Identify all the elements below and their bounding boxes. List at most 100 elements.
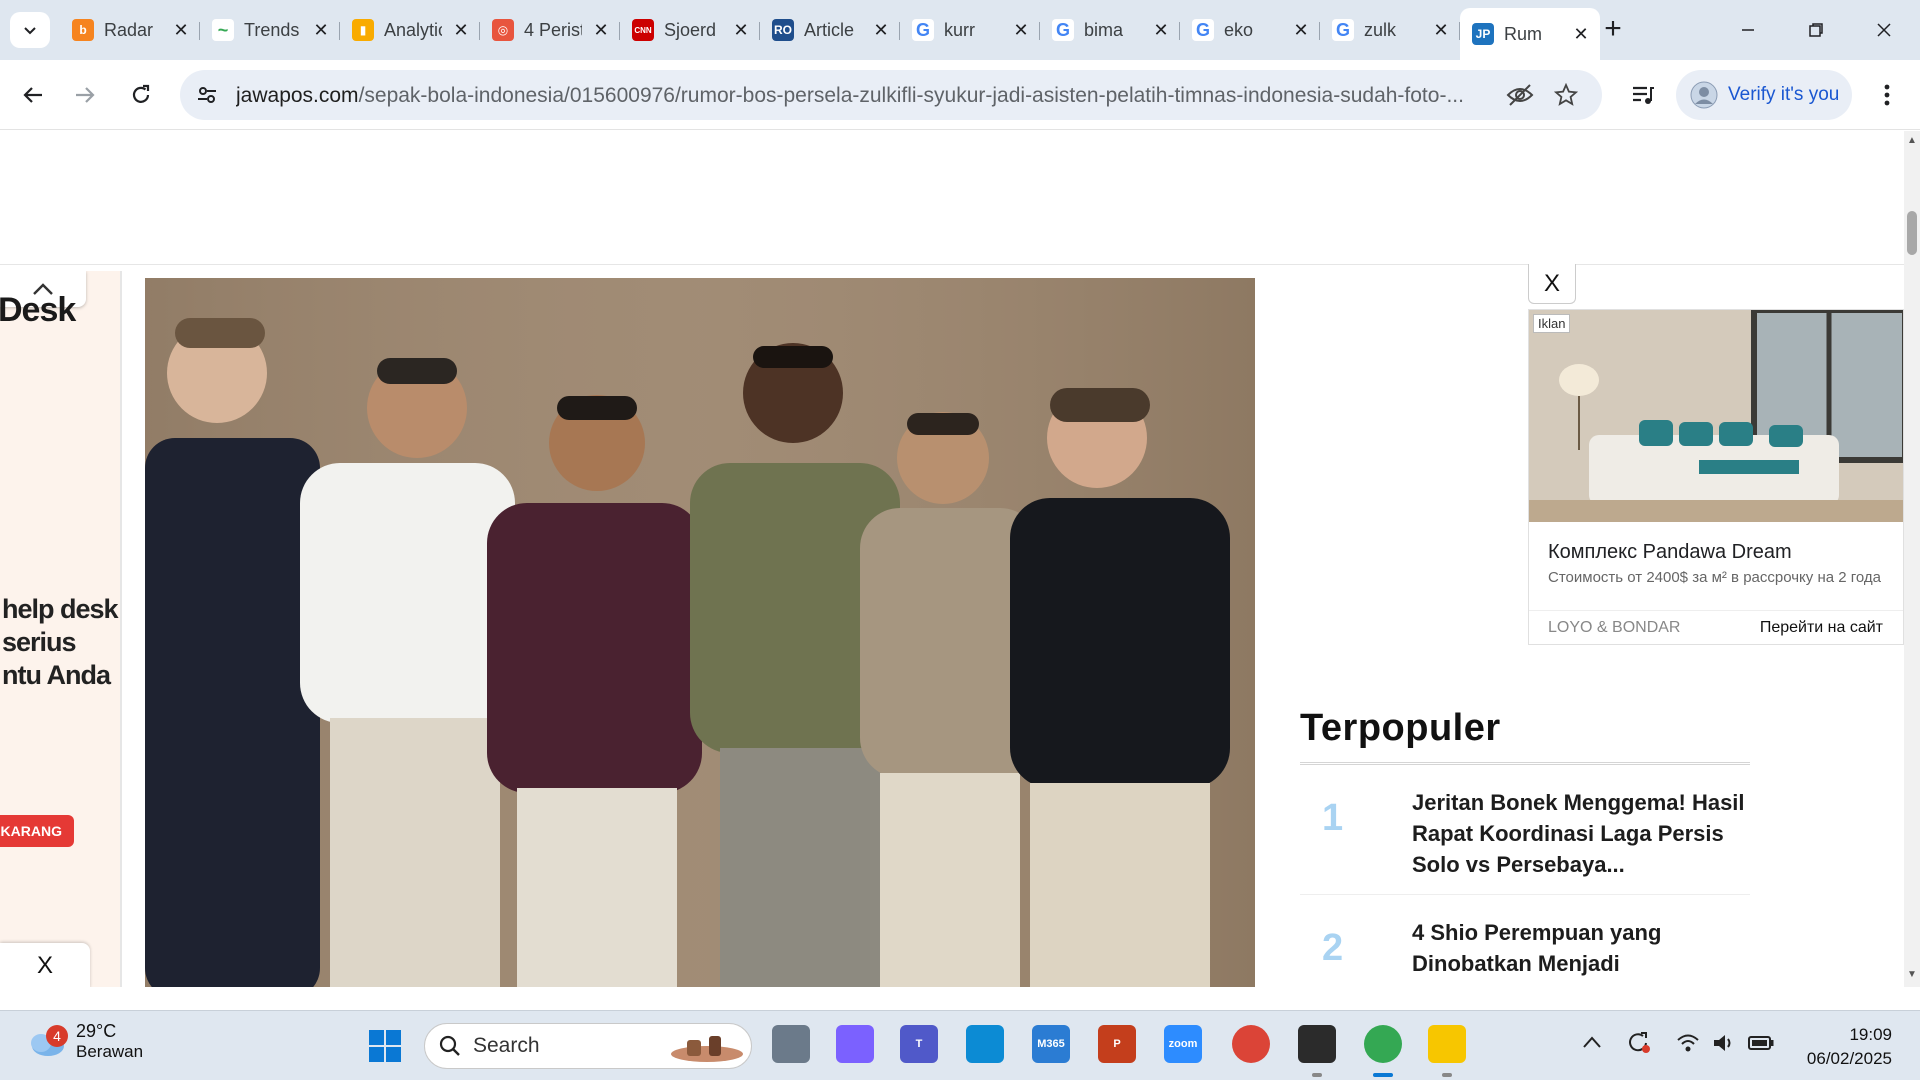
- tab-close-icon[interactable]: ✕: [1432, 21, 1450, 39]
- start-button[interactable]: [366, 1027, 404, 1065]
- tab-favicon-icon: G: [1192, 19, 1214, 41]
- url-path: /sepak-bola-indonesia/015600976/rumor-bo…: [358, 84, 1464, 107]
- browser-toolbar: jawapos.com/sepak-bola-indonesia/0156009…: [0, 60, 1920, 130]
- ad-badge: Iklan: [1533, 314, 1571, 333]
- chevron-up-icon[interactable]: [1582, 1035, 1602, 1049]
- weather-condition: Berawan: [76, 1042, 144, 1061]
- url-text: jawapos.com/sepak-bola-indonesia/0156009…: [236, 84, 1486, 108]
- browser-tab[interactable]: ◎ 4 Peristiwa ✕: [480, 8, 620, 52]
- ad-description: Стоимость от 2400$ за м² в рассрочку на …: [1548, 569, 1881, 586]
- arrow-right-icon: [76, 87, 95, 103]
- close-window-button[interactable]: [1856, 10, 1912, 50]
- chrome-icon[interactable]: [1232, 1025, 1270, 1063]
- popular-title[interactable]: Jeritan Bonek Menggema! Hasil Rapat Koor…: [1412, 787, 1750, 880]
- tab-close-icon[interactable]: ✕: [732, 21, 750, 39]
- close-left-ad-button[interactable]: X: [0, 943, 90, 987]
- popular-rank: 1: [1322, 797, 1344, 839]
- media-controls-button[interactable]: [1624, 76, 1662, 114]
- tab-search-button[interactable]: [10, 12, 50, 48]
- minimize-button[interactable]: [1720, 10, 1776, 50]
- task-view-icon[interactable]: [772, 1025, 810, 1063]
- tab-close-icon[interactable]: ✕: [592, 21, 610, 39]
- browser-menu-button[interactable]: [1868, 76, 1906, 114]
- popular-section: Terpopuler 1 Jeritan Bonek Menggema! Has…: [1300, 707, 1750, 987]
- popular-item[interactable]: 1 Jeritan Bonek Menggema! Hasil Rapat Ko…: [1300, 765, 1750, 895]
- copilot-icon[interactable]: [836, 1025, 874, 1063]
- circle-app-icon[interactable]: [1298, 1025, 1336, 1063]
- windows-logo-icon: [369, 1030, 401, 1062]
- edge-icon[interactable]: [966, 1025, 1004, 1063]
- sync-icon[interactable]: [1626, 1031, 1652, 1055]
- m365-icon[interactable]: M365: [1032, 1025, 1070, 1063]
- address-bar[interactable]: jawapos.com/sepak-bola-indonesia/0156009…: [180, 70, 1602, 120]
- tab-close-icon[interactable]: ✕: [872, 21, 890, 39]
- browser-tab[interactable]: Gbima ✕: [1040, 8, 1180, 52]
- ad-visit-link[interactable]: Перейти на сайт: [1760, 619, 1883, 637]
- scroll-thumb[interactable]: [1907, 211, 1917, 255]
- tab-strip: bRadar✕~Trends✕▮Analytics✕◎4 Peristiwa✕C…: [0, 0, 1920, 60]
- ad-copy-line: serius: [2, 627, 77, 657]
- popular-title[interactable]: 4 Shio Perempuan yang Dinobatkan Menjadi: [1412, 917, 1750, 979]
- tab-title: Analytics: [384, 19, 442, 40]
- ad-cta-button[interactable]: EKARANG: [0, 815, 74, 847]
- tab-favicon-icon: ▮: [352, 19, 374, 41]
- eye-off-icon[interactable]: [1506, 83, 1534, 107]
- ad-title[interactable]: Комплекс Pandawa Dream: [1548, 541, 1792, 564]
- popular-item[interactable]: 2 4 Shio Perempuan yang Dinobatkan Menja…: [1300, 895, 1750, 987]
- new-tab-button[interactable]: +: [1596, 14, 1630, 48]
- back-button[interactable]: [14, 76, 52, 114]
- tab-favicon-icon: G: [1332, 19, 1354, 41]
- browser-tab[interactable]: Geko ✕: [1180, 8, 1320, 52]
- reload-icon: [132, 84, 150, 103]
- verify-profile-button[interactable]: Verify it's you: [1676, 70, 1852, 120]
- browser-tab[interactable]: ▮ Analytics ✕: [340, 8, 480, 52]
- sticky-notes-icon[interactable]: [1428, 1025, 1466, 1063]
- system-clock[interactable]: 19:09 06/02/2025: [1807, 1023, 1892, 1071]
- powerpoint-icon[interactable]: P: [1098, 1025, 1136, 1063]
- restore-button[interactable]: [1788, 10, 1844, 50]
- tab-close-icon[interactable]: ✕: [1152, 21, 1170, 39]
- scroll-up-arrow[interactable]: ▲: [1907, 135, 1917, 146]
- tab-close-icon[interactable]: ✕: [1012, 21, 1030, 39]
- wifi-icon[interactable]: [1676, 1033, 1700, 1053]
- volume-icon[interactable]: [1712, 1033, 1736, 1053]
- right-ad-card[interactable]: Iklan Комплекс Pandawa Dream Стоимость о…: [1528, 309, 1904, 645]
- browser-tab[interactable]: CNN Sjoerd ✕: [620, 8, 760, 52]
- ad-copy-line: help desk: [2, 594, 119, 624]
- browser-tab[interactable]: Gzulk ✕: [1320, 8, 1460, 52]
- tab-close-icon[interactable]: ✕: [1572, 25, 1590, 43]
- tab-close-icon[interactable]: ✕: [1292, 21, 1310, 39]
- verify-label: Verify it's you: [1728, 84, 1840, 105]
- chrome-profile-icon[interactable]: [1364, 1025, 1402, 1063]
- star-icon[interactable]: [1554, 83, 1578, 107]
- browser-tab[interactable]: Gkurr ✕: [900, 8, 1040, 52]
- close-right-ad-button[interactable]: X: [1528, 264, 1576, 304]
- running-indicator: [1312, 1073, 1322, 1077]
- battery-icon[interactable]: [1748, 1035, 1774, 1051]
- windows-taskbar: 4 29°C Berawan Search T M365 Pzoom 19:09 0…: [0, 1010, 1920, 1080]
- zoom-icon[interactable]: zoom: [1164, 1025, 1202, 1063]
- site-info-icon[interactable]: [196, 84, 218, 106]
- reload-button[interactable]: [122, 76, 160, 114]
- tab-favicon-icon: ~: [212, 19, 234, 41]
- weather-widget[interactable]: 4 29°C Berawan: [26, 1021, 143, 1062]
- browser-tab[interactable]: JP Rum ✕: [1460, 8, 1600, 60]
- tab-close-icon[interactable]: ✕: [452, 21, 470, 39]
- page-scrollbar[interactable]: ▲ ▼: [1904, 131, 1920, 987]
- tab-title: zulk: [1364, 19, 1397, 40]
- ad-copy: help desk serius ntu Anda: [2, 593, 119, 692]
- scroll-down-arrow[interactable]: ▼: [1907, 969, 1917, 980]
- tab-close-icon[interactable]: ✕: [172, 21, 190, 39]
- tab-close-icon[interactable]: ✕: [312, 21, 330, 39]
- forward-button[interactable]: [66, 76, 104, 114]
- teams-icon[interactable]: T: [900, 1025, 938, 1063]
- article-photo: [145, 278, 1255, 987]
- chevron-down-icon: [24, 27, 36, 35]
- taskbar-search[interactable]: Search: [424, 1023, 752, 1069]
- tab-title: Rum: [1504, 23, 1543, 44]
- browser-tab[interactable]: b Radar ✕: [60, 8, 200, 52]
- ad-copy-line: ntu Anda: [2, 660, 111, 690]
- browser-tab[interactable]: RO Article ✕: [760, 8, 900, 52]
- restore-icon: [1809, 23, 1823, 37]
- browser-tab[interactable]: ~ Trends ✕: [200, 8, 340, 52]
